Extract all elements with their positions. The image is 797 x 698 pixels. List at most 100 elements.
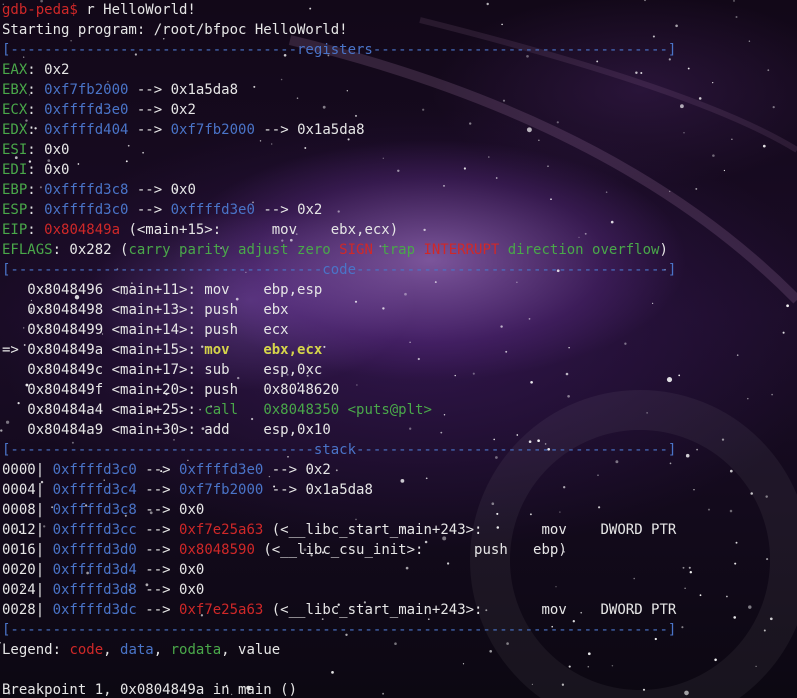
star — [736, 354, 739, 356]
terminal-window[interactable]: gdb-peda$ r HelloWorld! Starting program… — [0, 0, 797, 698]
stack-value: --> — [136, 542, 180, 558]
instruction-symbol: <main+20>: — [103, 382, 196, 398]
registers-separator: [----------------------------------regis… — [2, 42, 677, 58]
star — [684, 587, 686, 589]
star — [681, 626, 684, 629]
star — [253, 85, 256, 88]
star — [615, 460, 619, 464]
star — [726, 595, 728, 598]
register-line: ESP: 0xffffd3c0 --> 0xffffd3e0 --> 0x2 — [2, 200, 322, 220]
stack-line: 0000| 0xffffd3c0 --> 0xffffd3e0 --> 0x2 — [2, 460, 331, 480]
star — [587, 652, 591, 656]
stack-line: 0016| 0xffffd3d0 --> 0x8048590 (<__libc_… — [2, 540, 567, 560]
register-value: --> — [254, 202, 298, 218]
star — [624, 342, 627, 345]
star — [337, 210, 340, 213]
instruction-symbol: <main+15>: — [103, 342, 196, 358]
register-value: : — [27, 162, 45, 178]
star — [556, 121, 559, 124]
star — [486, 2, 489, 6]
stack-value: 0xffffd3c8 — [52, 502, 137, 518]
star — [698, 97, 702, 100]
star — [747, 397, 749, 400]
star — [731, 138, 733, 141]
star — [611, 664, 614, 667]
star — [405, 566, 409, 570]
star — [765, 495, 768, 498]
prompt-line: gdb-peda$ r HelloWorld! — [2, 0, 196, 20]
stack-value: 0x0 — [179, 562, 205, 578]
register-value: 0x0 — [44, 162, 70, 178]
star — [516, 281, 518, 283]
star — [125, 160, 128, 163]
instruction-address: 0x804849f — [27, 382, 104, 398]
star — [443, 414, 446, 416]
instruction-marker — [2, 402, 27, 418]
star — [712, 82, 714, 84]
star — [644, 0, 646, 2]
star — [425, 477, 428, 480]
star — [767, 69, 770, 72]
star — [516, 434, 519, 436]
stack-value: 0xffffd3d0 — [52, 542, 137, 558]
register-line: EIP: 0x804849a (<main+15>: mov ebx,ecx) — [2, 220, 398, 240]
star — [587, 665, 590, 668]
instruction-operands: 0x8048620 — [263, 382, 340, 398]
register-name: EDI — [2, 162, 28, 178]
star — [142, 151, 144, 154]
legend-line: Legend: code, data, rodata, value — [2, 640, 280, 660]
instruction-operands: ecx — [263, 322, 289, 338]
stack-value: --> — [263, 482, 306, 498]
register-value: --> — [128, 202, 171, 218]
legend-comma: , — [153, 642, 171, 658]
star — [259, 140, 262, 142]
star — [472, 372, 475, 375]
star — [680, 104, 684, 109]
stack-value: 0xffffd3e0 — [179, 462, 264, 478]
star — [354, 114, 358, 117]
star — [635, 71, 638, 74]
star — [502, 99, 506, 102]
star — [766, 558, 769, 561]
instruction-opcode: mov — [195, 342, 264, 358]
star — [699, 594, 702, 597]
star — [651, 302, 654, 305]
legend-data: data — [120, 642, 154, 658]
stack-offset: 0028| — [2, 602, 53, 618]
instruction-marker — [2, 282, 27, 298]
stack-value: 0xffffd3c0 — [52, 462, 137, 478]
instruction-marker — [2, 382, 27, 398]
register-value: : — [27, 62, 45, 78]
register-name: EBP — [2, 182, 28, 198]
register-name: EAX — [2, 62, 28, 78]
star — [733, 616, 737, 619]
instruction-opcode: push — [195, 302, 264, 318]
register-value: 0xffffd3c8 — [44, 182, 129, 198]
instruction-operands: esp,0x10 — [263, 422, 331, 438]
register-name: ECX — [2, 102, 28, 118]
stack-value: (<__libc_csu_init>: push ebp) — [254, 542, 567, 558]
register-value: SIGN — [339, 242, 373, 258]
star — [400, 479, 405, 483]
instruction-line: 0x8048496 <main+11>: mov ebp,esp — [2, 280, 322, 300]
star — [695, 187, 698, 190]
stack-separator: [------------------------------------sta… — [2, 442, 677, 458]
star — [434, 281, 437, 284]
star — [304, 147, 307, 149]
star — [382, 692, 385, 695]
legend-comma: , — [103, 642, 121, 658]
star — [596, 60, 599, 63]
star — [440, 431, 443, 434]
instruction-line: 0x804849f <main+20>: push 0x8048620 — [2, 380, 339, 400]
star — [463, 167, 466, 170]
register-value: --> — [128, 102, 171, 118]
stack-value: 0x0 — [179, 582, 205, 598]
code-separator: [-------------------------------------co… — [2, 262, 677, 278]
star — [495, 177, 498, 179]
gdb-prompt: gdb-peda$ — [2, 2, 78, 18]
star — [735, 541, 738, 544]
star — [689, 570, 693, 574]
register-line: EDX: 0xffffd404 --> 0xf7fb2000 --> 0x1a5… — [2, 120, 365, 140]
star — [354, 300, 358, 303]
star — [687, 67, 690, 70]
